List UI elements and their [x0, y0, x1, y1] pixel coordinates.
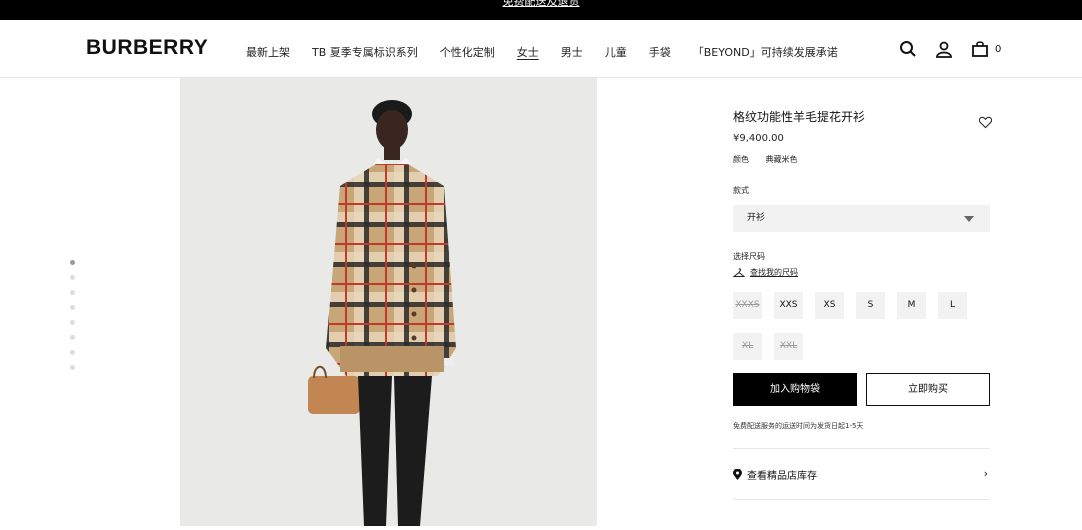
store-stock-label: 查看精品店库存 [747, 471, 817, 482]
size-option-xxxs[interactable]: XXXS [733, 292, 762, 319]
size-option-m[interactable]: M [897, 292, 926, 319]
color-value: 典藏米色 [765, 155, 798, 164]
site-header: BURBERRY 最新上架 TB 夏季专属标识系列 个性化定制 女士 男士 儿童… [0, 20, 1082, 78]
style-selected-value: 开衫 [747, 213, 766, 223]
product-title: 格纹功能性羊毛提花开衫 [733, 110, 866, 124]
gallery-dot[interactable] [70, 305, 75, 310]
color-row: 颜色 典藏米色 [733, 154, 990, 165]
nav-item-tb-summer[interactable]: TB 夏季专属标识系列 [312, 44, 418, 60]
hanger-icon [733, 267, 745, 277]
gallery-dot[interactable] [70, 350, 75, 355]
nav-item-beyond[interactable]: 「BEYOND」可持续发展承诺 [693, 44, 838, 60]
search-icon[interactable] [899, 40, 917, 58]
size-option-xxl[interactable]: XXL [774, 333, 803, 360]
account-icon[interactable] [935, 40, 953, 58]
gallery-dot[interactable] [70, 320, 75, 325]
product-price: ¥9,400.00 [733, 133, 784, 144]
add-to-bag-button[interactable]: 加入购物袋 [733, 373, 857, 406]
product-image[interactable] [180, 78, 597, 526]
gallery-dot[interactable] [70, 365, 75, 370]
divider [733, 499, 990, 500]
size-options: XXXS XXS XS S M L XL XXL [733, 292, 990, 374]
size-guide-link[interactable]: 查找我的尺码 [733, 267, 990, 278]
nav-item-men[interactable]: 男士 [561, 44, 583, 60]
main-nav: 最新上架 TB 夏季专属标识系列 个性化定制 女士 男士 儿童 手袋 「BEYO… [246, 44, 860, 60]
gallery-dot[interactable] [70, 275, 75, 280]
shipping-note: 免费配送服务的运送时间为发货日起1-5天 [733, 422, 864, 430]
gallery-pagination [70, 260, 75, 380]
size-option-xs[interactable]: XS [815, 292, 844, 319]
size-option-xl[interactable]: XL [733, 333, 762, 360]
divider [733, 448, 990, 449]
style-label: 款式 [733, 186, 749, 195]
purchase-actions: 加入购物袋 立即购买 [733, 373, 990, 406]
color-label: 颜色 [733, 155, 749, 164]
model-illustration [180, 78, 597, 526]
promo-link[interactable]: 免费配送及退货 [503, 0, 580, 8]
gallery-dot[interactable] [70, 260, 75, 265]
location-pin-icon [733, 469, 742, 480]
header-icons: 0 [899, 40, 1001, 58]
style-select[interactable]: 开衫 [733, 205, 990, 232]
bag-count: 0 [995, 43, 1002, 55]
chevron-down-icon [964, 216, 974, 222]
gallery-dot[interactable] [70, 290, 75, 295]
brand-logo[interactable]: BURBERRY [86, 36, 208, 60]
nav-item-children[interactable]: 儿童 [605, 44, 627, 60]
wishlist-heart-icon[interactable] [978, 114, 993, 129]
nav-item-women[interactable]: 女士 [517, 44, 539, 60]
size-option-l[interactable]: L [938, 292, 967, 319]
nav-item-bags[interactable]: 手袋 [649, 44, 671, 60]
gallery-dot[interactable] [70, 335, 75, 340]
chevron-right-icon: › [983, 467, 988, 480]
buy-now-button[interactable]: 立即购买 [866, 373, 990, 406]
promo-bar: 免费配送及退货 [0, 0, 1082, 20]
size-label: 选择尺码 [733, 252, 765, 261]
size-option-xxs[interactable]: XXS [774, 292, 803, 319]
size-guide-label: 查找我的尺码 [750, 268, 798, 277]
size-option-s[interactable]: S [856, 292, 885, 319]
store-stock-link[interactable]: 查看精品店库存 › [733, 467, 990, 482]
nav-item-personalisation[interactable]: 个性化定制 [440, 44, 495, 60]
nav-item-new-arrivals[interactable]: 最新上架 [246, 44, 290, 60]
product-details: 格纹功能性羊毛提花开衫 ¥9,400.00 颜色 典藏米色 款式 开衫 选择尺码… [733, 108, 993, 500]
bag-icon[interactable] [971, 40, 989, 58]
